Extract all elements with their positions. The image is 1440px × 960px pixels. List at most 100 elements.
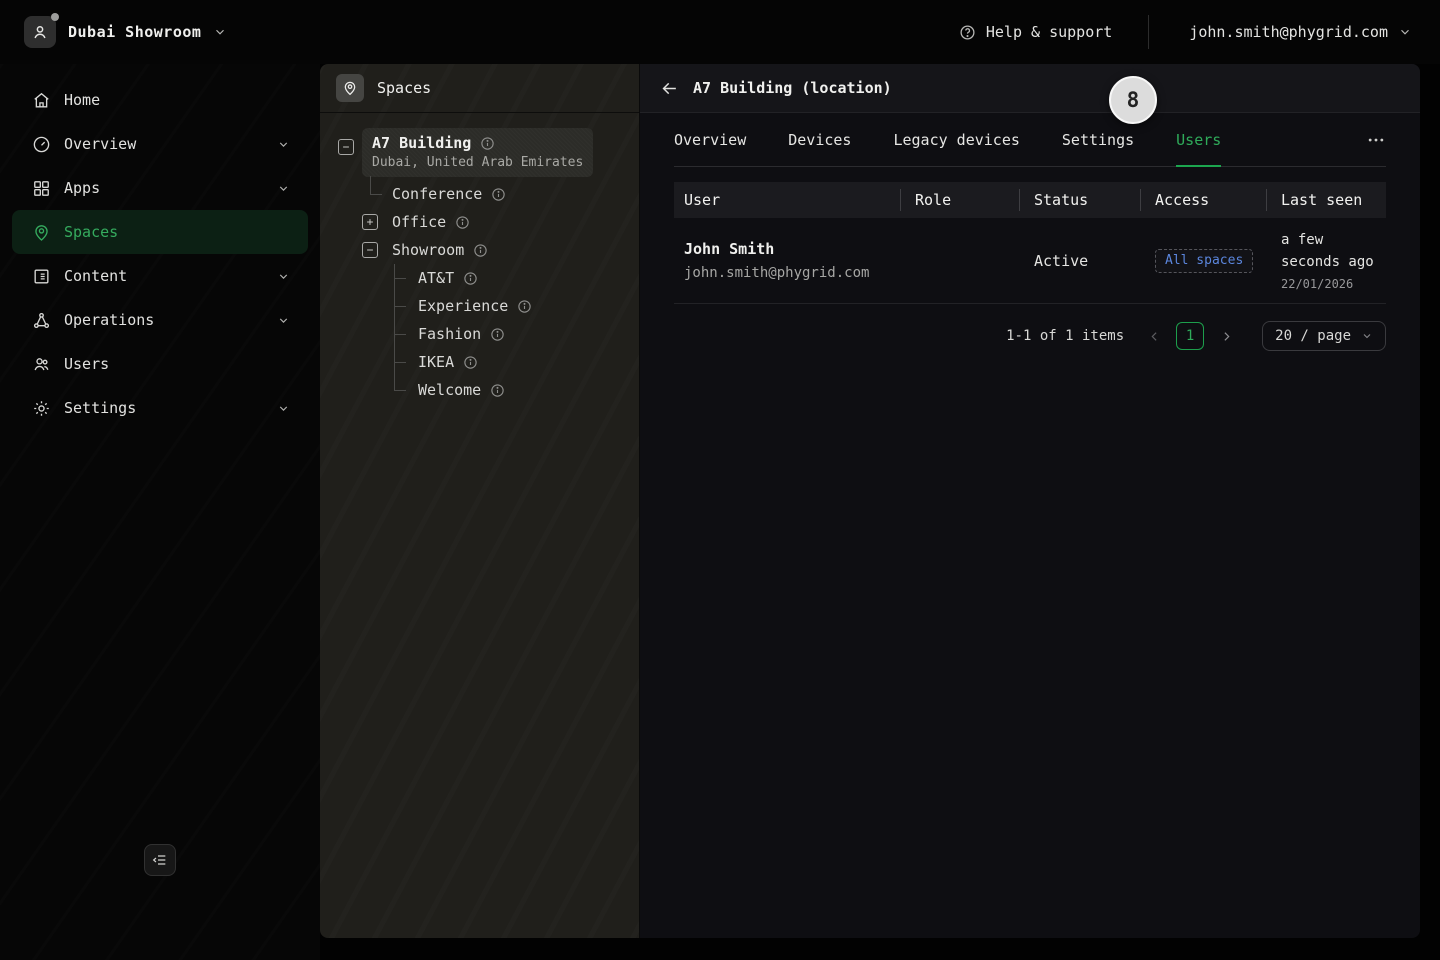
collapse-node-icon[interactable]	[362, 242, 378, 258]
sidebar-item-users[interactable]: Users	[12, 342, 308, 386]
tree-node[interactable]: Conference	[320, 180, 639, 208]
tab-devices[interactable]: Devices	[788, 113, 851, 166]
notification-dot	[51, 13, 59, 21]
page-title: A7 Building (location)	[693, 79, 892, 97]
tree-node[interactable]: Fashion	[320, 320, 639, 348]
org-avatar	[24, 16, 56, 48]
tree-node-label: IKEA	[418, 353, 454, 371]
tree-connector	[370, 176, 371, 194]
org-name: Dubai Showroom	[68, 23, 201, 41]
tab-overview[interactable]: Overview	[674, 113, 746, 166]
collapse-sidebar-icon	[152, 852, 168, 868]
info-icon[interactable]	[490, 383, 505, 398]
column-header-access: Access	[1140, 182, 1266, 218]
page-number-button[interactable]: 1	[1176, 322, 1204, 350]
location-detail-panel: A7 Building (location) Overview Devices …	[640, 64, 1420, 938]
location-pin-icon	[336, 74, 364, 102]
access-badge: All spaces	[1155, 249, 1253, 273]
last-seen-cell: a few seconds ago 22/01/2026	[1266, 230, 1386, 290]
spaces-panel-header: Spaces	[320, 64, 639, 113]
spaces-tree: A7 Building Dubai, United Arab Emirates …	[320, 113, 639, 404]
tree-node[interactable]: Experience	[320, 292, 639, 320]
table-header-row: User Role Status Access Last seen	[674, 182, 1386, 218]
topbar-divider	[1148, 15, 1149, 49]
sidebar-item-label: Operations	[64, 311, 154, 329]
detail-tabs: Overview Devices Legacy devices Settings…	[674, 113, 1386, 167]
status-cell: Active	[1019, 251, 1140, 270]
users-icon	[32, 355, 51, 374]
tree-node[interactable]: IKEA	[320, 348, 639, 376]
more-options-icon[interactable]	[1366, 130, 1386, 150]
tree-node[interactable]: Office	[320, 208, 639, 236]
sidebar-item-label: Content	[64, 267, 127, 285]
info-icon[interactable]	[490, 327, 505, 342]
back-arrow-icon[interactable]	[660, 79, 679, 98]
chevron-down-icon	[1361, 330, 1373, 342]
tab-legacy-devices[interactable]: Legacy devices	[893, 113, 1019, 166]
tour-step-badge: 8	[1109, 76, 1157, 124]
sidebar-item-label: Users	[64, 355, 109, 373]
page-size-value: 20 / page	[1275, 328, 1351, 344]
column-header-status: Status	[1019, 182, 1140, 218]
question-circle-icon	[959, 24, 976, 41]
account-email: john.smith@phygrid.com	[1189, 23, 1388, 41]
expand-node-icon[interactable]	[362, 214, 378, 230]
sidebar-item-spaces[interactable]: Spaces	[12, 210, 308, 254]
sidebar-item-apps[interactable]: Apps	[12, 166, 308, 210]
apps-grid-icon	[32, 179, 51, 198]
tree-node[interactable]: Showroom	[320, 236, 639, 264]
tab-users[interactable]: Users	[1176, 113, 1221, 166]
chevron-down-icon	[277, 314, 290, 327]
spaces-panel-title: Spaces	[377, 79, 431, 97]
sidebar-item-label: Spaces	[64, 223, 118, 241]
app-root: Dubai Showroom Help & support john.smith…	[0, 0, 1440, 960]
info-icon[interactable]	[463, 271, 478, 286]
info-icon[interactable]	[473, 243, 488, 258]
tree-node-label: Conference	[392, 185, 482, 203]
help-support-link[interactable]: Help & support	[959, 23, 1112, 41]
info-icon[interactable]	[463, 355, 478, 370]
user-cell: John Smith john.smith@phygrid.com	[674, 240, 900, 281]
pagination-summary: 1-1 of 1 items	[1006, 328, 1124, 344]
sidebar-item-overview[interactable]: Overview	[12, 122, 308, 166]
chevron-down-icon	[213, 25, 227, 39]
tree-node-label: AT&T	[418, 269, 454, 287]
page-size-select[interactable]: 20 / page	[1262, 321, 1386, 351]
tree-node-label: A7 Building	[372, 134, 471, 152]
chevron-down-icon	[277, 138, 290, 151]
access-cell: All spaces	[1140, 249, 1266, 273]
spaces-panel: Spaces A7 Building Dub	[320, 64, 640, 938]
tree-node-label: Fashion	[418, 325, 481, 343]
tree-node-label: Experience	[418, 297, 508, 315]
table-row[interactable]: John Smith john.smith@phygrid.com Active…	[674, 218, 1386, 304]
tree-node-root: A7 Building Dubai, United Arab Emirates	[320, 128, 639, 177]
info-icon[interactable]	[480, 136, 495, 151]
column-header-user: User	[674, 182, 900, 218]
user-email: john.smith@phygrid.com	[684, 265, 900, 281]
detail-header: A7 Building (location)	[640, 64, 1420, 113]
info-icon[interactable]	[491, 187, 506, 202]
column-header-last-seen: Last seen	[1266, 182, 1386, 218]
tree-node[interactable]: Welcome	[320, 376, 639, 404]
sidebar-nav: Home Overview Apps Spaces	[0, 64, 320, 960]
tree-node[interactable]: AT&T	[320, 264, 639, 292]
collapse-sidebar-button[interactable]	[144, 844, 176, 876]
sidebar-item-settings[interactable]: Settings	[12, 386, 308, 430]
sidebar-item-home[interactable]: Home	[12, 78, 308, 122]
previous-page-icon[interactable]	[1142, 324, 1166, 348]
chevron-down-icon	[277, 402, 290, 415]
account-menu[interactable]: john.smith@phygrid.com	[1189, 23, 1412, 41]
info-icon[interactable]	[455, 215, 470, 230]
info-icon[interactable]	[517, 299, 532, 314]
sidebar-item-label: Home	[64, 91, 100, 109]
sidebar-item-operations[interactable]: Operations	[12, 298, 308, 342]
next-page-icon[interactable]	[1214, 324, 1238, 348]
chevron-down-icon	[1398, 25, 1412, 39]
content-area: Spaces A7 Building Dub	[320, 64, 1420, 938]
org-switcher[interactable]: Dubai Showroom	[24, 16, 227, 48]
tree-node-selected[interactable]: A7 Building Dubai, United Arab Emirates	[362, 128, 593, 177]
tree-connector	[394, 334, 406, 335]
tree-node-sublabel: Dubai, United Arab Emirates	[372, 155, 583, 170]
sidebar-item-content[interactable]: Content	[12, 254, 308, 298]
collapse-node-icon[interactable]	[338, 139, 354, 155]
